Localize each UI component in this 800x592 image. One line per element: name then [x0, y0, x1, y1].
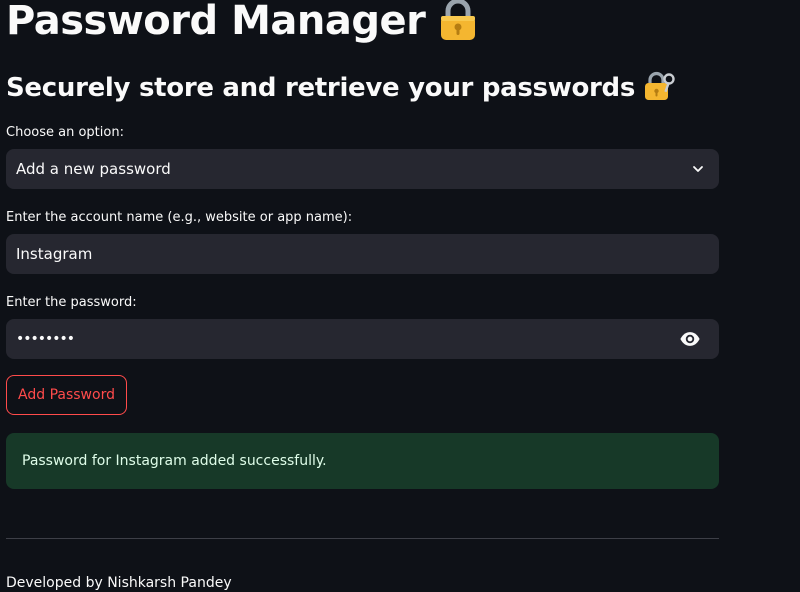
- page-title-text: Password Manager: [6, 0, 426, 44]
- success-alert: Password for Instagram added successfull…: [6, 433, 719, 489]
- password-value: ••••••••: [16, 331, 75, 347]
- success-message: Password for Instagram added successfull…: [22, 453, 327, 469]
- lock-with-key-icon: [644, 71, 676, 107]
- page-subtitle: Securely store and retrieve your passwor…: [6, 70, 676, 107]
- account-name-value: Instagram: [16, 245, 93, 263]
- password-input[interactable]: ••••••••: [6, 319, 719, 359]
- lock-icon: [439, 0, 477, 48]
- page-subtitle-text: Securely store and retrieve your passwor…: [6, 73, 636, 103]
- app-root: Password Manager Securely store and retr…: [0, 0, 800, 592]
- page-title: Password Manager: [6, 0, 477, 48]
- footer-credit: Developed by Nishkarsh Pandey: [6, 575, 232, 591]
- divider: [6, 538, 719, 539]
- add-password-button[interactable]: Add Password: [6, 375, 127, 415]
- account-label: Enter the account name (e.g., website or…: [6, 210, 353, 225]
- password-label: Enter the password:: [6, 295, 137, 310]
- chevron-down-icon: [693, 166, 703, 172]
- eye-icon[interactable]: [679, 328, 701, 350]
- account-name-input[interactable]: Instagram: [6, 234, 719, 274]
- option-label: Choose an option:: [6, 125, 124, 140]
- option-select[interactable]: Add a new password: [6, 149, 719, 189]
- option-select-value: Add a new password: [16, 160, 171, 178]
